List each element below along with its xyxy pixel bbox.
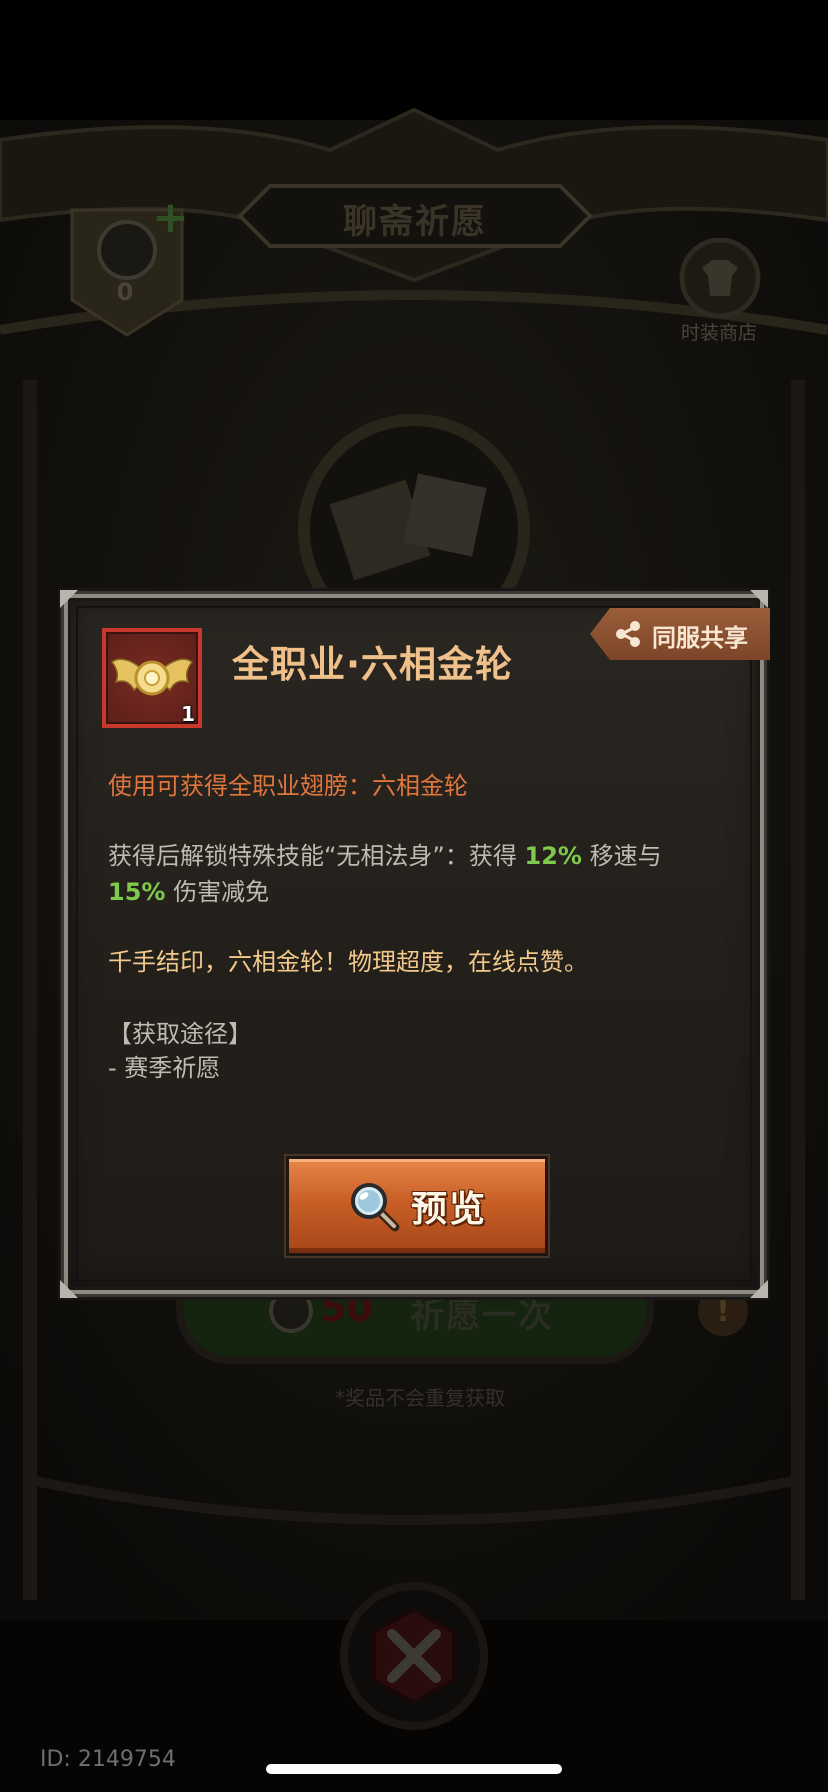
pray-once-button[interactable]: 祈愿一次	[410, 1288, 554, 1337]
home-indicator[interactable]	[266, 1764, 562, 1774]
add-currency-icon[interactable]: +	[152, 196, 189, 240]
fashion-shop-icon[interactable]	[670, 238, 770, 318]
share-button-label: 同服共享	[652, 624, 748, 652]
damage-reduction-text: 伤害减免	[165, 878, 270, 906]
speed-bonus-value: 12%	[524, 842, 582, 870]
close-icon[interactable]	[362, 1604, 466, 1708]
item-icon-slot[interactable]: 1	[102, 628, 202, 728]
skill-description: 获得后解锁特殊技能“无相法身”：获得 12% 移速与 15% 伤害减免	[108, 838, 728, 910]
share-nodes-icon	[616, 621, 640, 647]
preview-button[interactable]: 预览	[284, 1154, 550, 1258]
source-title: 【获取途径】	[108, 1020, 252, 1048]
item-name-title: 全职业·六相金轮	[232, 643, 514, 686]
item-detail-dialog: 1 全职业·六相金轮 同服共享 使用可获得全职业翅膀：六相金轮 获得后解锁特殊技…	[60, 590, 770, 1298]
skill-text-prefix: 获得后解锁特殊技能“无相法身”：获得	[108, 842, 525, 870]
flavor-text: 千手结印，六相金轮！物理超度，在线点赞。	[108, 948, 588, 976]
damage-reduction-value: 15%	[108, 878, 166, 906]
frame-corner	[750, 590, 768, 608]
no-duplicate-note: *奖品不会重复获取	[335, 1386, 505, 1410]
wish-coin-icon	[269, 1289, 313, 1333]
wish-screen-title: 聊斋祈愿	[343, 201, 487, 242]
speed-bonus-text: 移速与	[581, 842, 662, 870]
player-id: ID: 2149754	[40, 1747, 176, 1772]
item-count: 1	[181, 702, 195, 726]
server-share-button[interactable]: 同服共享	[590, 608, 770, 660]
usage-description: 使用可获得全职业翅膀：六相金轮	[108, 772, 468, 800]
currency-count: 0	[116, 278, 134, 306]
preview-button-label: 预览	[410, 1189, 487, 1230]
source-item: - 赛季祈愿	[108, 1054, 221, 1082]
magnifier-icon	[350, 1183, 400, 1232]
fashion-shop-label: 时装商店	[680, 322, 757, 344]
